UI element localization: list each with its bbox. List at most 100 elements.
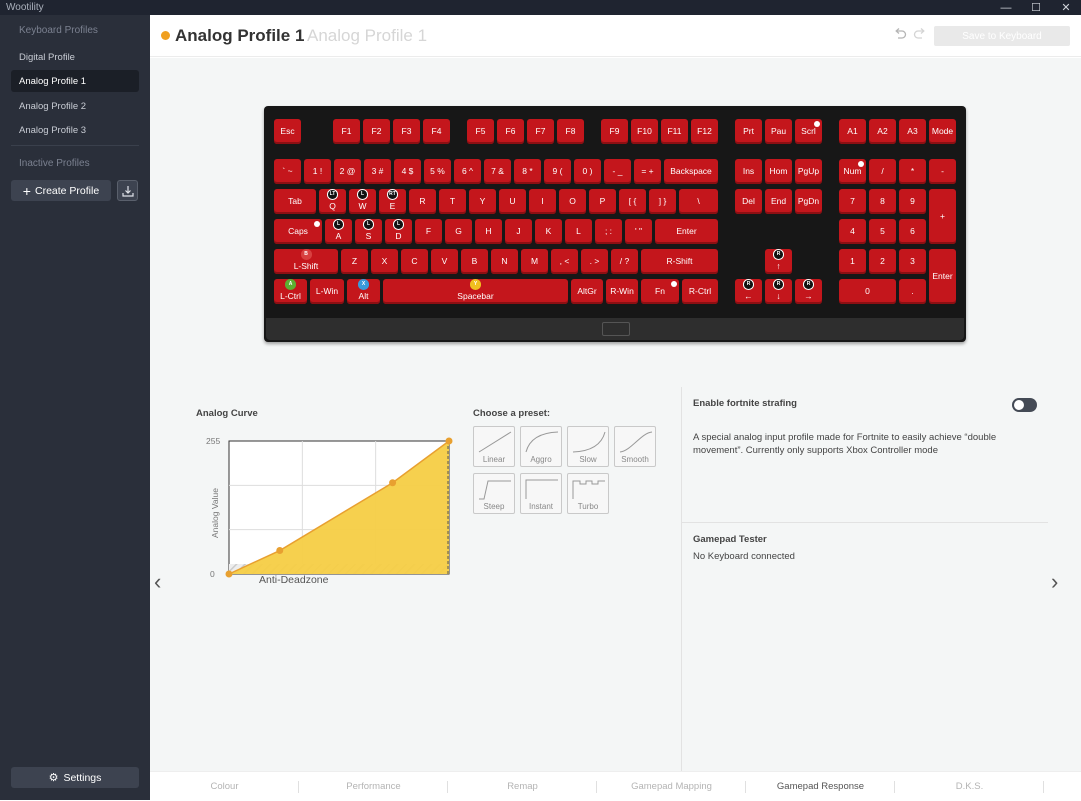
- key-prt[interactable]: Prt: [735, 119, 762, 144]
- key-f11[interactable]: F11: [661, 119, 688, 144]
- key-f9[interactable]: F9: [601, 119, 628, 144]
- key-k0[interactable]: 0: [839, 279, 896, 304]
- key-n[interactable]: N: [491, 249, 518, 274]
- key-num[interactable]: Num: [839, 159, 866, 184]
- key-a1[interactable]: A1: [839, 119, 866, 144]
- key-n2[interactable]: 2 @: [334, 159, 361, 184]
- key-h[interactable]: H: [475, 219, 502, 244]
- fortnite-strafing-toggle[interactable]: [1012, 398, 1037, 412]
- key-a2[interactable]: A2: [869, 119, 896, 144]
- preset-aggro-button[interactable]: Aggro: [520, 426, 562, 467]
- key-k9[interactable]: 9: [899, 189, 926, 214]
- key-k7[interactable]: 7: [839, 189, 866, 214]
- sidebar-item-analog-profile-2[interactable]: Analog Profile 2: [11, 95, 139, 117]
- key-caps[interactable]: Caps: [274, 219, 322, 244]
- key-del[interactable]: Del: [735, 189, 762, 214]
- key-hom[interactable]: Hom: [765, 159, 792, 184]
- tab-colour[interactable]: Colour: [150, 772, 299, 801]
- key-pau[interactable]: Pau: [765, 119, 792, 144]
- key-up[interactable]: R ↑: [765, 249, 792, 274]
- key-grave[interactable]: ` ~: [274, 159, 301, 184]
- key-k[interactable]: K: [535, 219, 562, 244]
- key-enter[interactable]: Enter: [655, 219, 718, 244]
- key-f8[interactable]: F8: [557, 119, 584, 144]
- key-n1[interactable]: 1 !: [304, 159, 331, 184]
- key-minus[interactable]: - _: [604, 159, 631, 184]
- profile-name-input[interactable]: Analog Profile 1: [307, 26, 427, 46]
- key-k5[interactable]: 5: [869, 219, 896, 244]
- preset-instant-button[interactable]: Instant: [520, 473, 562, 514]
- key-n4[interactable]: 4 $: [394, 159, 421, 184]
- key-kenter[interactable]: Enter: [929, 249, 956, 304]
- key-lwin[interactable]: L-Win: [310, 279, 344, 304]
- key-f5[interactable]: F5: [467, 119, 494, 144]
- key-f7[interactable]: F7: [527, 119, 554, 144]
- key-n7[interactable]: 7 &: [484, 159, 511, 184]
- key-d[interactable]: LD: [385, 219, 412, 244]
- key-fn[interactable]: Fn: [641, 279, 679, 304]
- key-down[interactable]: R ↓: [765, 279, 792, 304]
- key-n6[interactable]: 6 ^: [454, 159, 481, 184]
- key-f2[interactable]: F2: [363, 119, 390, 144]
- minimize-icon[interactable]: —: [991, 0, 1021, 15]
- key-p[interactable]: P: [589, 189, 616, 214]
- preset-steep-button[interactable]: Steep: [473, 473, 515, 514]
- key-end[interactable]: End: [765, 189, 792, 214]
- key-f12[interactable]: F12: [691, 119, 718, 144]
- key-rwin[interactable]: R-Win: [606, 279, 638, 304]
- key-j[interactable]: J: [505, 219, 532, 244]
- key-o[interactable]: O: [559, 189, 586, 214]
- key-kdot[interactable]: .: [899, 279, 926, 304]
- key-lctrl[interactable]: A L-Ctrl: [274, 279, 307, 304]
- key-f6[interactable]: F6: [497, 119, 524, 144]
- key-n0[interactable]: 0 ): [574, 159, 601, 184]
- create-profile-button[interactable]: + Create Profile: [11, 180, 111, 201]
- import-profile-button[interactable]: [117, 180, 138, 201]
- key-f[interactable]: F: [415, 219, 442, 244]
- chevron-left-icon[interactable]: ‹: [154, 569, 161, 595]
- key-b[interactable]: B: [461, 249, 488, 274]
- tab-dks[interactable]: D.K.S.: [895, 772, 1044, 801]
- key-rshift[interactable]: R-Shift: [641, 249, 718, 274]
- undo-icon[interactable]: [892, 27, 908, 43]
- analog-curve-chart[interactable]: Anti-Deadzone25500.1mm4mmHow Deep a Key …: [190, 423, 460, 583]
- sidebar-item-analog-profile-1[interactable]: Analog Profile 1: [11, 70, 139, 92]
- sidebar-item-analog-profile-3[interactable]: Analog Profile 3: [11, 119, 139, 141]
- key-esc[interactable]: Esc: [274, 119, 301, 144]
- key-lbr[interactable]: [ {: [619, 189, 646, 214]
- key-rbr[interactable]: ] }: [649, 189, 676, 214]
- key-right[interactable]: R →: [795, 279, 822, 304]
- key-scrl[interactable]: Scrl: [795, 119, 822, 144]
- key-tab[interactable]: Tab: [274, 189, 316, 214]
- key-f3[interactable]: F3: [393, 119, 420, 144]
- key-pgdn[interactable]: PgDn: [795, 189, 822, 214]
- key-n9[interactable]: 9 (: [544, 159, 571, 184]
- key-quote[interactable]: ' ": [625, 219, 652, 244]
- maximize-icon[interactable]: ☐: [1021, 0, 1051, 15]
- key-k4[interactable]: 4: [839, 219, 866, 244]
- key-n8[interactable]: 8 *: [514, 159, 541, 184]
- key-v[interactable]: V: [431, 249, 458, 274]
- key-f1[interactable]: F1: [333, 119, 360, 144]
- key-z[interactable]: Z: [341, 249, 368, 274]
- key-kadd[interactable]: +: [929, 189, 956, 244]
- key-k3[interactable]: 3: [899, 249, 926, 274]
- key-f10[interactable]: F10: [631, 119, 658, 144]
- key-kdiv[interactable]: /: [869, 159, 896, 184]
- key-n5[interactable]: 5 %: [424, 159, 451, 184]
- key-semi[interactable]: ; :: [595, 219, 622, 244]
- key-backspace[interactable]: Backspace: [664, 159, 718, 184]
- tab-gamepad-response[interactable]: Gamepad Response: [746, 772, 895, 801]
- key-t[interactable]: T: [439, 189, 466, 214]
- key-mode[interactable]: Mode: [929, 119, 956, 144]
- tab-gamepad-mapping[interactable]: Gamepad Mapping: [597, 772, 746, 801]
- key-k8[interactable]: 8: [869, 189, 896, 214]
- sidebar-item-digital-profile[interactable]: Digital Profile: [11, 46, 139, 68]
- key-slash[interactable]: / ?: [611, 249, 638, 274]
- key-altgr[interactable]: AltGr: [571, 279, 603, 304]
- key-x[interactable]: X: [371, 249, 398, 274]
- key-i[interactable]: I: [529, 189, 556, 214]
- preset-slow-button[interactable]: Slow: [567, 426, 609, 467]
- key-q[interactable]: LT Q: [319, 189, 346, 214]
- key-kmul[interactable]: *: [899, 159, 926, 184]
